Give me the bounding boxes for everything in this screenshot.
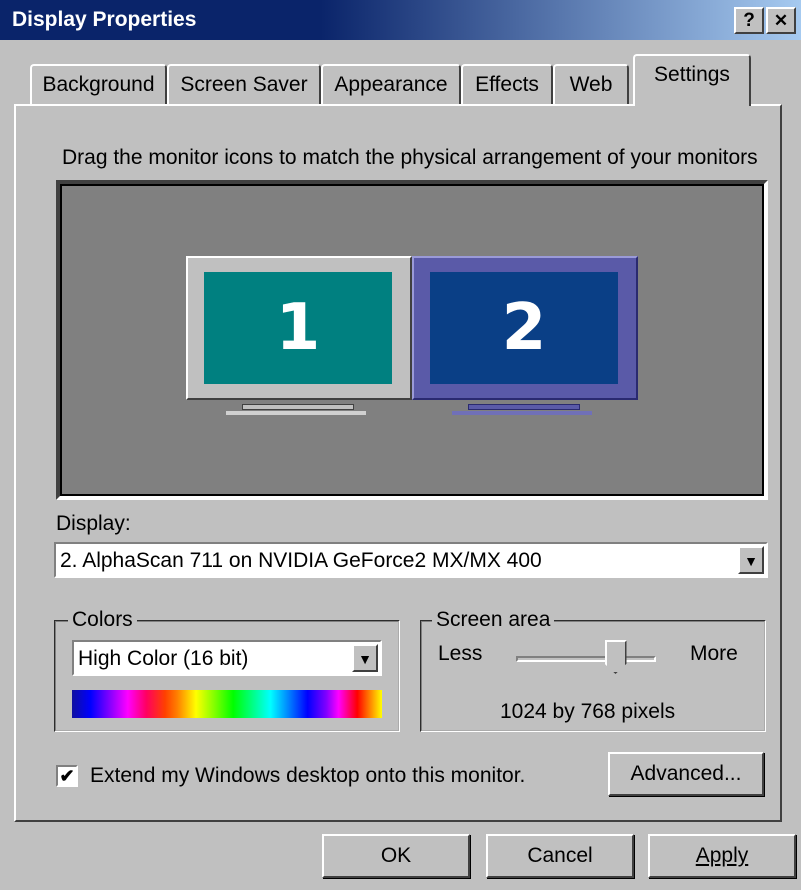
help-icon: ?: [743, 10, 755, 31]
slider-more-label: More: [690, 642, 738, 665]
close-button[interactable]: ✕: [766, 7, 796, 34]
extend-desktop-checkbox[interactable]: ✔: [56, 765, 78, 787]
resolution-text: 1024 by 768 pixels: [500, 700, 676, 723]
display-label: Display:: [56, 512, 131, 535]
tab-background[interactable]: Background: [30, 64, 167, 104]
display-dropdown-button[interactable]: ▼: [738, 546, 764, 574]
monitor-1-stand: [242, 404, 354, 410]
slider-track: [516, 656, 656, 662]
title-bar[interactable]: Display Properties ? ✕: [0, 0, 801, 40]
window-title: Display Properties: [12, 8, 197, 31]
tab-label: Appearance: [334, 73, 448, 96]
color-spectrum-bar: [72, 690, 382, 718]
monitor-2-bezel: 2: [412, 256, 638, 400]
tab-label: Web: [569, 73, 613, 96]
monitor-arrangement-area[interactable]: 1 2: [56, 180, 768, 500]
colors-group-title: Colors: [68, 608, 137, 632]
monitor-1-icon[interactable]: 1: [186, 256, 416, 422]
tab-effects[interactable]: Effects: [461, 64, 553, 104]
monitor-2-stand: [468, 404, 580, 410]
monitor-2-base: [452, 411, 592, 415]
colors-select[interactable]: High Color (16 bit) ▼: [72, 640, 382, 676]
monitor-2-screen: 2: [430, 272, 618, 384]
tab-label: Background: [42, 73, 155, 96]
chevron-down-icon: ▼: [358, 651, 372, 667]
apply-button[interactable]: Apply: [648, 834, 796, 878]
tab-screen-saver[interactable]: Screen Saver: [167, 64, 321, 104]
tab-web[interactable]: Web: [553, 64, 629, 104]
ok-button[interactable]: OK: [322, 834, 470, 878]
display-select-value: 2. AlphaScan 711 on NVIDIA GeForce2 MX/M…: [60, 549, 542, 572]
monitor-2-icon[interactable]: 2: [412, 256, 642, 422]
tab-label: Settings: [654, 63, 730, 86]
colors-select-value: High Color (16 bit): [78, 647, 249, 670]
colors-dropdown-button[interactable]: ▼: [352, 644, 378, 672]
monitor-1-screen: 1: [204, 272, 392, 384]
display-select[interactable]: 2. AlphaScan 711 on NVIDIA GeForce2 MX/M…: [54, 542, 768, 578]
screen-area-group-title: Screen area: [432, 608, 555, 632]
help-button[interactable]: ?: [734, 7, 764, 34]
tab-settings[interactable]: Settings: [633, 54, 751, 106]
extend-desktop-label: Extend my Windows desktop onto this moni…: [90, 764, 526, 787]
checkmark-icon: ✔: [59, 766, 75, 786]
slider-less-label: Less: [438, 642, 483, 665]
monitor-1-base: [226, 411, 366, 415]
chevron-down-icon: ▼: [744, 553, 758, 569]
monitor-1-bezel: 1: [186, 256, 412, 400]
close-icon: ✕: [773, 11, 789, 30]
tab-label: Screen Saver: [180, 73, 308, 96]
tab-label: Effects: [475, 73, 539, 96]
arrangement-instruction: Drag the monitor icons to match the phys…: [62, 146, 758, 169]
advanced-button[interactable]: Advanced...: [608, 752, 764, 796]
tab-appearance[interactable]: Appearance: [321, 64, 461, 104]
cancel-button[interactable]: Cancel: [486, 834, 634, 878]
